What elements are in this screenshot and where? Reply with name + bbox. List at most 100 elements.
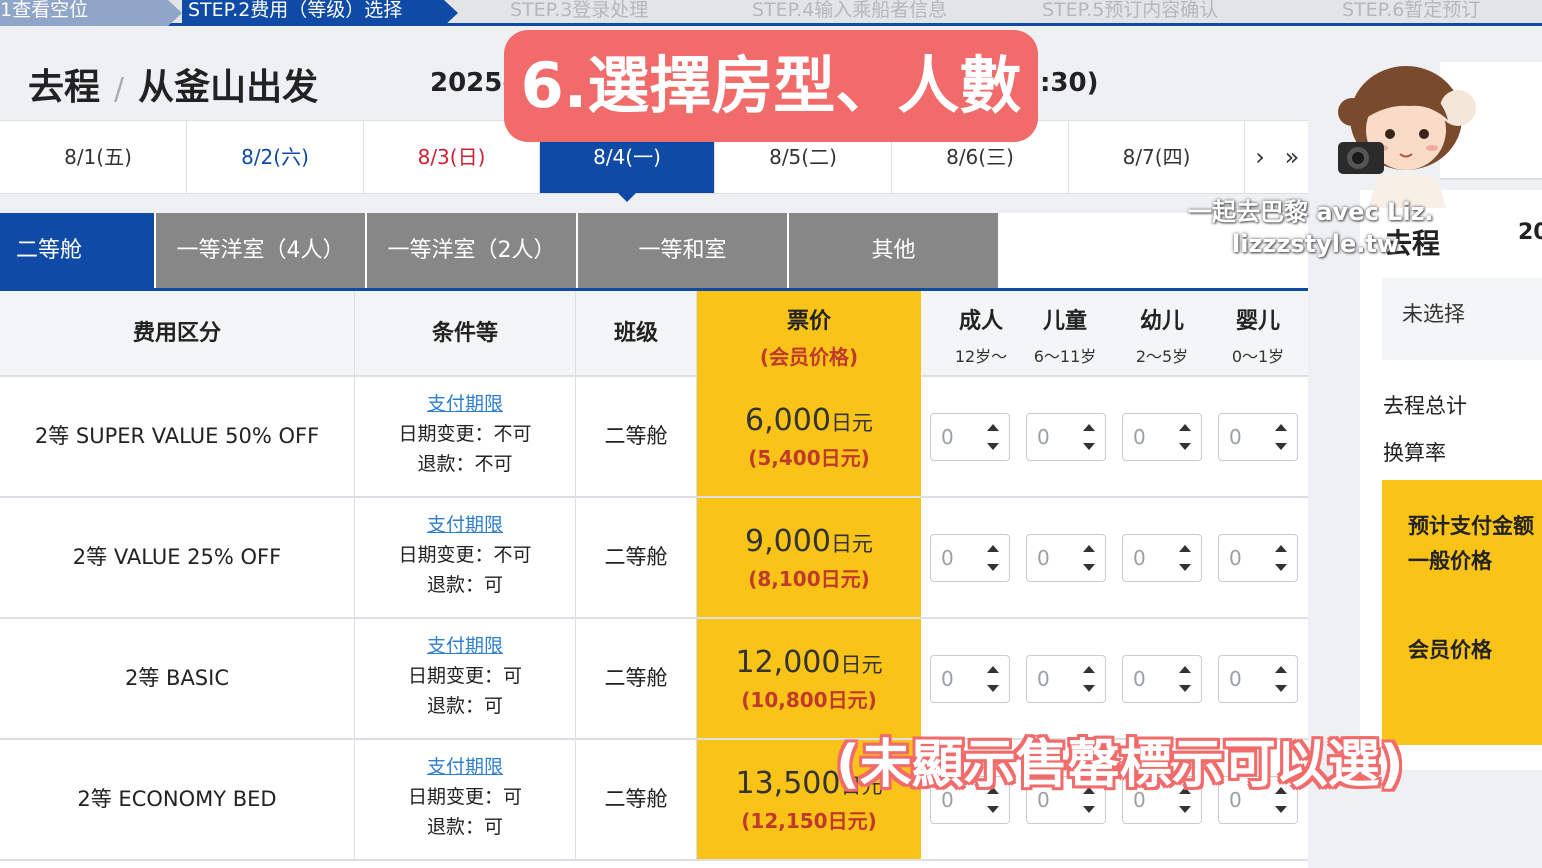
header-infant: 婴儿 0～1岁 <box>1210 291 1306 377</box>
infant-quantity-stepper[interactable]: 0 <box>1218 534 1298 582</box>
stepper-value: 0 <box>1133 667 1146 691</box>
next-date-icon[interactable]: › <box>1244 121 1276 193</box>
arrow-down-icon[interactable] <box>1179 443 1191 450</box>
arrow-up-icon[interactable] <box>1179 545 1191 552</box>
arrow-up-icon[interactable] <box>1083 666 1095 673</box>
date-tab-8-2[interactable]: 8/2(六) <box>187 121 364 193</box>
header-conditions: 条件等 <box>355 291 576 377</box>
departure-date: 2025- <box>430 68 514 98</box>
price-unit: 日元 <box>830 532 873 556</box>
page-title-text: 去程 <box>28 67 101 108</box>
arrow-up-icon[interactable] <box>987 666 999 673</box>
step-5-label: STEP.5预订内容确认 <box>1042 0 1219 21</box>
arrow-up-icon[interactable] <box>1275 666 1287 673</box>
toddler-quantity-stepper[interactable]: 0 <box>1122 413 1202 461</box>
step-chevron-icon <box>444 0 458 26</box>
arrow-up-icon[interactable] <box>1083 545 1095 552</box>
arrow-down-icon[interactable] <box>987 564 999 571</box>
arrow-down-icon[interactable] <box>1083 685 1095 692</box>
date-change-rule: 日期变更：可 <box>407 665 522 687</box>
header-price-label: 票价 <box>786 309 831 334</box>
arrow-down-icon[interactable] <box>1179 564 1191 571</box>
header-toddler-label: 幼儿 <box>1139 309 1184 334</box>
stepper-value: 0 <box>1037 546 1050 570</box>
date-change-rule: 日期变更：不可 <box>398 544 532 566</box>
infant-quantity-stepper[interactable]: 0 <box>1218 655 1298 703</box>
child-quantity-stepper[interactable]: 0 <box>1026 413 1106 461</box>
price-amount: 12,000 <box>735 645 841 680</box>
refund-rule: 退款：可 <box>426 695 503 717</box>
infant-quantity-stepper[interactable]: 0 <box>1218 413 1298 461</box>
page-subtitle: 从釜山出发 <box>138 67 319 108</box>
adult-quantity-stepper[interactable]: 0 <box>930 413 1010 461</box>
header-infant-age: 0～1岁 <box>1231 347 1285 366</box>
tab-first-japanese[interactable]: 一等和室 <box>578 213 789 288</box>
arrow-up-icon[interactable] <box>1275 545 1287 552</box>
arrow-up-icon[interactable] <box>1179 424 1191 431</box>
arrow-down-icon[interactable] <box>987 685 999 692</box>
stepper-value: 0 <box>1229 425 1242 449</box>
step-2: STEP.2费用（等级）选择 <box>182 0 444 26</box>
table-row: 2等 VALUE 25% OFF 支付期限 日期变更：不可 退款：可 二等舱 9… <box>0 498 1308 619</box>
header-adult-label: 成人 <box>958 309 1003 334</box>
date-change-rule: 日期变更：不可 <box>398 423 532 445</box>
refund-rule: 退款：不可 <box>417 453 513 475</box>
date-tab-8-7[interactable]: 8/7(四) <box>1069 121 1245 193</box>
step-3-label: STEP.3登录处理 <box>510 0 649 21</box>
stepper-value: 0 <box>1133 425 1146 449</box>
arrow-down-icon[interactable] <box>1083 806 1095 813</box>
fare-name: 2等 VALUE 25% OFF <box>0 498 355 617</box>
toddler-quantity-stepper[interactable]: 0 <box>1122 655 1202 703</box>
sidebar-total: 去程总计 <box>1383 394 1467 418</box>
header-infant-label: 婴儿 <box>1235 309 1280 334</box>
price-unit: 日元 <box>830 411 873 435</box>
last-date-icon[interactable]: » <box>1276 121 1308 193</box>
toddler-quantity-stepper[interactable]: 0 <box>1122 534 1202 582</box>
arrow-down-icon[interactable] <box>1083 564 1095 571</box>
child-quantity-stepper[interactable]: 0 <box>1026 655 1106 703</box>
arrow-down-icon[interactable] <box>987 443 999 450</box>
child-quantity-stepper[interactable]: 0 <box>1026 534 1106 582</box>
arrow-down-icon[interactable] <box>1275 443 1287 450</box>
arrow-down-icon[interactable] <box>1275 685 1287 692</box>
tab-first-western-2[interactable]: 一等洋室（2人） <box>367 213 578 288</box>
fare-class: 二等舱 <box>576 498 697 617</box>
payment-deadline-link[interactable]: 支付期限 <box>355 633 575 659</box>
adult-quantity-stepper[interactable]: 0 <box>930 655 1010 703</box>
arrow-down-icon[interactable] <box>1275 564 1287 571</box>
arrow-down-icon[interactable] <box>987 806 999 813</box>
payment-deadline-link[interactable]: 支付期限 <box>355 754 575 780</box>
step-6: STEP.6暂定预订 <box>1342 0 1542 26</box>
arrow-down-icon[interactable] <box>1083 443 1095 450</box>
tab-other[interactable]: 其他 <box>789 213 1000 288</box>
tab-second-class[interactable]: 二等舱 <box>0 213 156 288</box>
refund-rule: 退款：可 <box>426 816 503 838</box>
step-6-label: STEP.6暂定预订 <box>1342 0 1481 21</box>
date-change-rule: 日期变更：可 <box>407 786 522 808</box>
member-price: (8,100日元) <box>748 567 870 591</box>
date-tab-8-1[interactable]: 8/1(五) <box>10 121 187 193</box>
arrow-down-icon[interactable] <box>1275 806 1287 813</box>
adult-quantity-stepper[interactable]: 0 <box>930 534 1010 582</box>
member-price: (5,400日元) <box>748 446 870 470</box>
table-row: 2等 SUPER VALUE 50% OFF 支付期限 日期变更：不可 退款：不… <box>0 377 1308 498</box>
fare-conditions: 支付期限 日期变更：可 退款：可 <box>355 619 576 738</box>
payment-deadline-link[interactable]: 支付期限 <box>355 512 575 538</box>
step-4: STEP.4输入乘船者信息 <box>752 0 1012 26</box>
arrow-up-icon[interactable] <box>1275 424 1287 431</box>
stepper-value: 0 <box>1229 667 1242 691</box>
header-member-price-label: (会员价格) <box>759 345 859 369</box>
header-fare: 费用区分 <box>0 291 355 377</box>
title-separator: / <box>114 72 125 107</box>
arrow-down-icon[interactable] <box>1179 806 1191 813</box>
step-3: STEP.3登录处理 <box>510 0 730 26</box>
step-5: STEP.5预订内容确认 <box>1042 0 1302 26</box>
table-header: 费用区分 条件等 班级 票价 (会员价格) 成人 12岁～ 儿童 6～11岁 幼… <box>0 291 1308 377</box>
arrow-up-icon[interactable] <box>1179 666 1191 673</box>
arrow-up-icon[interactable] <box>987 424 999 431</box>
tab-first-western-4[interactable]: 一等洋室（4人） <box>156 213 367 288</box>
arrow-up-icon[interactable] <box>987 545 999 552</box>
arrow-down-icon[interactable] <box>1179 685 1191 692</box>
arrow-up-icon[interactable] <box>1083 424 1095 431</box>
payment-deadline-link[interactable]: 支付期限 <box>355 391 575 417</box>
